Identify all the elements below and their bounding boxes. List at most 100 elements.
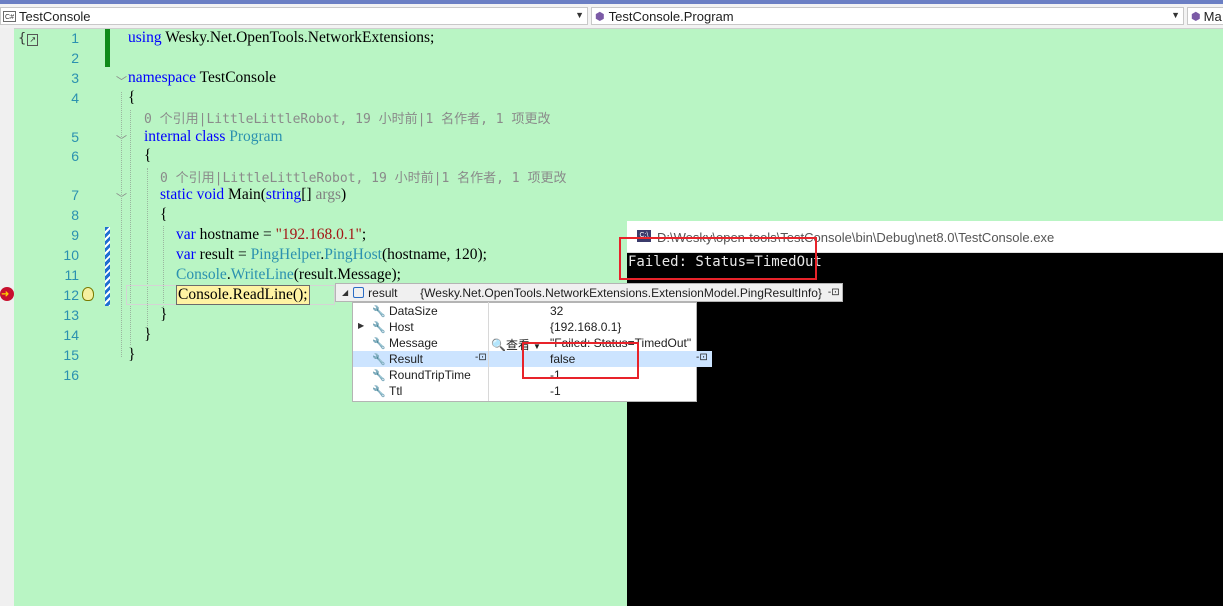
code-text: [] <box>301 186 316 203</box>
line-number: 15 <box>63 347 79 363</box>
collapse-chevron-icon[interactable]: ﹀ <box>116 73 127 89</box>
pin-datatip-icon[interactable]: -⊡ <box>475 352 487 363</box>
property-name: Ttl <box>389 384 403 398</box>
parameter-name: args <box>315 186 341 203</box>
line-number: 2 <box>71 50 79 66</box>
datatip-row[interactable]: ▶ 🔧 Host {192.168.0.1} <box>353 319 696 335</box>
pin-datatip-icon[interactable]: -⊡ <box>696 352 708 363</box>
property-value: {192.168.0.1} <box>550 320 622 334</box>
current-statement-arrow-icon: ➜ <box>1 289 10 300</box>
csharp-project-icon: C# <box>3 10 16 22</box>
code-line-14[interactable]: } <box>144 326 151 344</box>
line-number: 16 <box>63 367 79 383</box>
navigation-bar: C# TestConsole ▼ ⬢ TestConsole.Program ▼… <box>0 0 1223 29</box>
datatip-type: {Wesky.Net.OpenTools.NetworkExtensions.E… <box>420 285 822 300</box>
keyword: string <box>265 186 302 203</box>
code-line-4[interactable]: { <box>128 89 135 107</box>
property-wrench-icon: 🔧 <box>372 370 386 382</box>
highlight-box-console-output <box>619 237 817 280</box>
line-number: 13 <box>63 307 79 323</box>
expand-arrow-icon[interactable]: ▶ <box>358 321 364 330</box>
code-line-10[interactable]: var result = PingHelper.PingHost(hostnam… <box>176 246 487 264</box>
string-literal: "192.168.0.1" <box>275 226 362 243</box>
property-name: DataSize <box>389 304 438 318</box>
codelens-info[interactable]: 0 个引用|LittleLittleRobot, 19 小时前|1 名作者, 1… <box>160 167 566 186</box>
line-number: 7 <box>71 187 79 203</box>
keyword: var <box>176 246 196 263</box>
property-value: 32 <box>550 304 564 318</box>
member-name: Ma <box>1203 8 1222 24</box>
project-name: TestConsole <box>19 8 91 24</box>
type-name: Console <box>176 266 227 283</box>
property-wrench-icon: 🔧 <box>372 338 386 350</box>
code-line-9[interactable]: var hostname = "192.168.0.1"; <box>176 226 366 244</box>
property-wrench-icon: 🔧 <box>372 322 386 334</box>
code-line-12-current-statement[interactable]: Console.ReadLine(); <box>176 285 310 305</box>
class-icon: ⬢ <box>595 10 605 23</box>
lightbulb-icon[interactable] <box>82 287 94 301</box>
code-line-1[interactable]: using Wesky.Net.OpenTools.NetworkExtensi… <box>128 29 434 47</box>
keyword: namespace <box>128 69 196 86</box>
method-icon: ⬢ <box>1191 10 1201 23</box>
keyword: internal class <box>144 128 226 145</box>
code-text: Main( <box>224 186 266 203</box>
datatip-header[interactable]: ◢ result {Wesky.Net.OpenTools.NetworkExt… <box>335 283 843 302</box>
magnifier-icon: 🔍 <box>491 338 506 352</box>
code-line-3[interactable]: namespace TestConsole <box>128 69 276 87</box>
method-name: WriteLine <box>230 266 294 283</box>
line-number: 4 <box>71 90 79 106</box>
code-line-7[interactable]: static void Main(string[] args) <box>160 186 346 204</box>
codelens-info[interactable]: 0 个引用|LittleLittleRobot, 19 小时前|1 名作者, 1… <box>144 108 550 127</box>
code-line-8[interactable]: { <box>160 206 167 224</box>
code-text: Wesky.Net.OpenTools.NetworkExtensions; <box>161 29 435 46</box>
code-text: result = <box>195 246 251 263</box>
code-line-11[interactable]: Console.WriteLine(result.Message); <box>176 266 401 284</box>
project-dropdown[interactable]: C# TestConsole ▼ <box>0 7 588 25</box>
type-name: PingHelper <box>250 246 321 263</box>
property-value: -1 <box>550 384 561 398</box>
code-line-6[interactable]: { <box>144 147 151 165</box>
code-text: hostname = <box>195 226 276 243</box>
code-text: (hostname, 120); <box>381 246 487 263</box>
code-line-5[interactable]: internal class Program <box>144 128 283 146</box>
line-number: 12 <box>63 287 79 303</box>
saved-change-bar <box>105 29 110 67</box>
property-name: RoundTripTime <box>389 368 471 382</box>
property-wrench-icon: 🔧 <box>372 306 386 318</box>
datatip-column-divider <box>488 302 489 401</box>
line-number: 10 <box>63 247 79 263</box>
pin-datatip-icon[interactable]: -⊡ <box>828 287 840 298</box>
property-name: Host <box>389 320 414 334</box>
property-wrench-icon: 🔧 <box>372 354 386 366</box>
line-number: 14 <box>63 327 79 343</box>
line-number: 11 <box>64 267 79 283</box>
highlight-box-result-value <box>522 342 639 379</box>
title-accent-strip <box>0 0 1223 4</box>
class-name: TestConsole.Program <box>608 8 734 24</box>
line-number: 3 <box>71 70 79 86</box>
code-line-13[interactable]: } <box>160 306 167 324</box>
indent-guide <box>130 110 131 345</box>
object-icon <box>353 287 365 298</box>
property-name: Result <box>389 352 424 366</box>
datatip-variable-name: result <box>368 285 398 300</box>
datatip-row[interactable]: 🔧 Ttl -1 <box>353 383 696 399</box>
line-number: 5 <box>71 129 79 145</box>
property-name: Message <box>389 336 438 350</box>
type-name: Program <box>225 128 283 145</box>
datatip-row[interactable]: 🔧 DataSize 32 <box>353 303 696 319</box>
code-text: ) <box>340 186 347 203</box>
pin-icon[interactable]: ◢ <box>342 288 348 297</box>
member-dropdown[interactable]: ⬢ Ma <box>1187 7 1223 25</box>
indicator-margin <box>0 28 14 606</box>
code-text: ; <box>361 226 367 243</box>
method-name: PingHost <box>324 246 382 263</box>
keyword: using <box>128 29 162 46</box>
unsaved-change-bar <box>105 227 110 306</box>
class-dropdown[interactable]: ⬢ TestConsole.Program ▼ <box>591 7 1184 25</box>
chevron-down-icon: ▼ <box>1171 10 1180 20</box>
chevron-down-icon: ▼ <box>575 10 584 20</box>
line-number: 1 <box>71 30 79 46</box>
code-text: (result.Message); <box>293 266 401 283</box>
code-line-15[interactable]: } <box>128 346 135 364</box>
